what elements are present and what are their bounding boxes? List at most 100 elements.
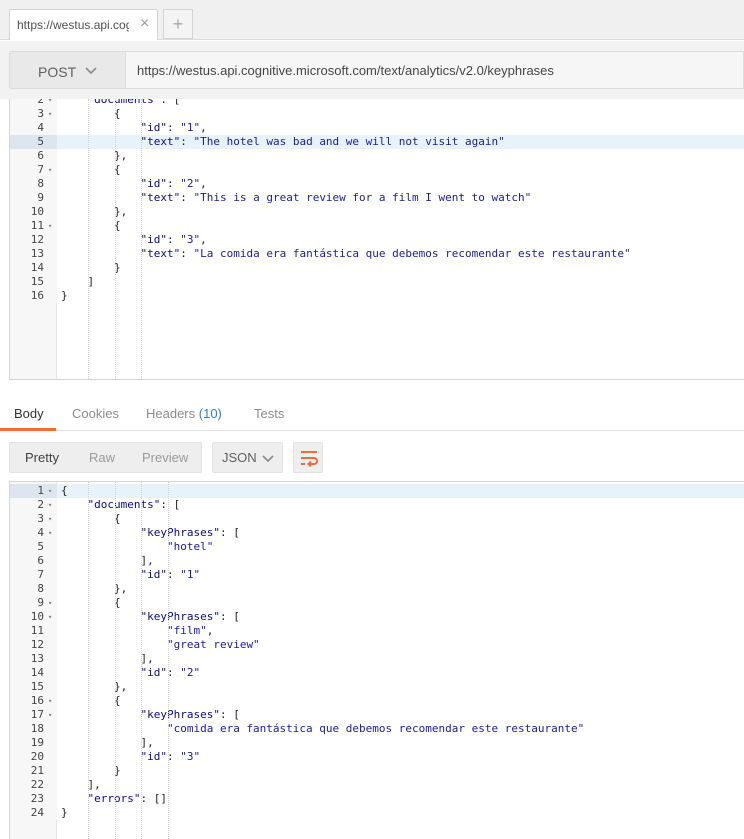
tab-headers[interactable]: Headers (10) — [146, 406, 222, 421]
fold-arrow-icon[interactable]: ▾ — [48, 484, 52, 498]
indent-guide — [88, 482, 89, 839]
preview-button[interactable]: Preview — [142, 450, 188, 465]
fold-arrow-icon[interactable]: ▾ — [48, 163, 52, 177]
code-text: { — [61, 694, 121, 707]
line-number: 8 — [10, 177, 57, 191]
code-line: 12 "id": "3", — [10, 233, 744, 247]
code-line: 13 "text": "La comida era fantástica que… — [10, 247, 744, 261]
code-line: 15 }, — [10, 680, 744, 694]
line-number: 23 — [10, 792, 57, 806]
line-number: 7 — [10, 568, 57, 582]
method-label: POST — [38, 64, 77, 80]
code-line: 17 ▾ "keyPhrases": [ — [10, 708, 744, 722]
line-number: 22 — [10, 778, 57, 792]
line-number: 4 — [10, 121, 57, 135]
wrap-lines-button[interactable] — [293, 442, 323, 473]
fold-arrow-icon[interactable]: ▾ — [48, 219, 52, 233]
code-line: 12 "great review" — [10, 638, 744, 652]
code-text: "id": "3", — [140, 233, 207, 246]
format-bar: Pretty Raw Preview JSON — [0, 432, 744, 481]
code-text: "great review" — [166, 638, 260, 651]
active-tab-indicator — [0, 428, 56, 431]
code-line: 2 ▾ "documents": [ — [10, 498, 744, 512]
code-line: 11 "film", — [10, 624, 744, 638]
method-dropdown[interactable]: POST — [9, 51, 125, 89]
line-number: 13 — [10, 247, 57, 261]
fold-arrow-icon[interactable]: ▾ — [48, 610, 52, 624]
code-text: "text": "The hotel was bad and we will n… — [140, 135, 505, 148]
code-line: 6 ], — [10, 554, 744, 568]
code-line: 16} — [10, 289, 744, 303]
tab-body[interactable]: Body — [14, 406, 44, 421]
fold-arrow-icon[interactable]: ▾ — [48, 596, 52, 610]
code-line: 1 ▾{ — [10, 484, 744, 498]
indent-guide — [88, 99, 89, 379]
code-text: { — [61, 484, 68, 497]
code-line: 5 "text": "The hotel was bad and we will… — [10, 135, 744, 149]
code-text: "id": "3" — [140, 750, 201, 763]
code-text: }, — [61, 205, 128, 218]
fold-arrow-icon[interactable]: ▾ — [48, 694, 52, 708]
code-text: { — [61, 596, 121, 609]
code-text: ], — [61, 736, 154, 749]
fold-arrow-icon[interactable]: ▾ — [48, 498, 52, 512]
chevron-down-icon — [85, 67, 97, 75]
fold-arrow-icon[interactable]: ▾ — [48, 512, 52, 526]
close-icon[interactable]: × — [140, 15, 149, 33]
code-text: "id": "1" — [140, 568, 201, 581]
line-number: 14 — [10, 261, 57, 275]
new-tab-button[interactable]: + — [163, 9, 193, 39]
code-line: 5 "hotel" — [10, 540, 744, 554]
code-text: }, — [61, 582, 128, 595]
fold-arrow-icon[interactable]: ▾ — [48, 708, 52, 722]
request-body-editor[interactable]: 2 ▾ "documents": [3 ▾ {4 "id": "1", 5 "text… — [9, 99, 744, 380]
tab-tests[interactable]: Tests — [254, 406, 284, 421]
view-mode-group: Pretty Raw Preview — [9, 442, 202, 473]
fold-arrow-icon[interactable]: ▾ — [48, 99, 52, 107]
fold-arrow-icon[interactable]: ▾ — [48, 526, 52, 540]
code-text: { — [61, 163, 121, 176]
response-body-viewer[interactable]: 1 ▾{2 ▾ "documents": [3 ▾ {4 ▾ "keyPhrases":… — [9, 481, 744, 839]
line-number: 6 — [10, 554, 57, 568]
code-line: 14 "id": "2" — [10, 666, 744, 680]
code-line: 10 ▾ "keyPhrases": [ — [10, 610, 744, 624]
code-text: "text": "La comida era fantástica que de… — [140, 247, 631, 260]
fold-arrow-icon[interactable]: ▾ — [48, 107, 52, 121]
indent-guide — [141, 482, 142, 839]
code-text: "film", — [166, 624, 214, 637]
code-line: 8 }, — [10, 582, 744, 596]
indent-guide — [168, 482, 169, 839]
pretty-button[interactable]: Pretty — [25, 450, 59, 465]
code-line: 21 } — [10, 764, 744, 778]
code-line: 14 } — [10, 261, 744, 275]
code-line: 19 ], — [10, 736, 744, 750]
indent-guide — [115, 482, 116, 839]
code-text: ], — [61, 778, 101, 791]
line-number: 5 — [10, 135, 57, 149]
tab-cookies[interactable]: Cookies — [72, 406, 119, 421]
code-text: { — [61, 219, 121, 232]
wrap-lines-icon — [301, 451, 318, 467]
code-line: 24} — [10, 806, 744, 820]
line-number: 20 — [10, 750, 57, 764]
code-text: "text": "This is a great review for a fi… — [140, 191, 532, 204]
format-dropdown[interactable]: JSON — [212, 442, 283, 473]
code-text: }, — [61, 680, 128, 693]
code-text: "errors": [] — [87, 792, 167, 805]
tab-title: https://westus.api.cognitive.microsoft.c… — [17, 18, 129, 32]
line-number: 6 — [10, 149, 57, 163]
request-tab[interactable]: https://westus.api.cognitive.microsoft.c… — [9, 9, 158, 40]
code-text: }, — [61, 149, 128, 162]
url-input[interactable]: https://westus.api.cognitive.microsoft.c… — [125, 51, 744, 89]
code-line: 4 "id": "1", — [10, 121, 744, 135]
request-bar: POST https://westus.api.cognitive.micros… — [0, 41, 744, 99]
code-text: } — [61, 289, 68, 302]
code-line: 3 ▾ { — [10, 512, 744, 526]
code-line: 8 "id": "2", — [10, 177, 744, 191]
line-number: 21 — [10, 764, 57, 778]
line-number: 15 — [10, 680, 57, 694]
tab-strip: https://westus.api.cognitive.microsoft.c… — [0, 0, 744, 40]
line-number: 9 — [10, 191, 57, 205]
line-number: 5 — [10, 540, 57, 554]
raw-button[interactable]: Raw — [89, 450, 115, 465]
